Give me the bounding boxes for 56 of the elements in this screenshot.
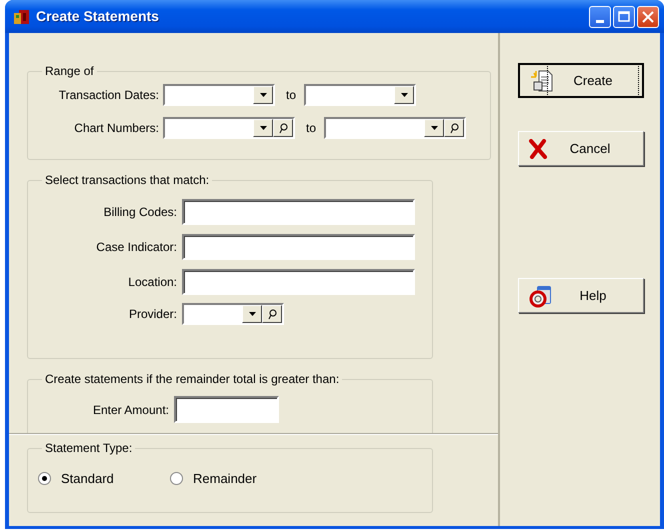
field-label: Chart Numbers: — [73, 120, 159, 137]
maximize-icon — [618, 11, 630, 22]
dropdown-arrow-icon — [260, 126, 266, 130]
group-title: Statement Type: — [44, 441, 134, 455]
dropdown-arrow-icon — [248, 312, 256, 316]
search-icon — [278, 122, 288, 134]
minimize-icon — [596, 20, 604, 23]
radio-button[interactable] — [38, 472, 51, 486]
field-label: Billing Codes: — [102, 204, 177, 221]
app-icon — [13, 8, 31, 26]
dropdown-button[interactable] — [394, 86, 414, 104]
range-separator-label: to — [286, 87, 296, 104]
radio-label[interactable]: Standard — [61, 469, 114, 488]
radio-label[interactable]: Remainder — [193, 469, 257, 488]
amount-field[interactable] — [174, 396, 279, 423]
radio-button[interactable] — [170, 472, 183, 486]
dropdown-button[interactable] — [253, 119, 273, 137]
dropdown-field[interactable] — [324, 117, 466, 139]
text-field[interactable] — [182, 199, 415, 225]
minimize-button[interactable] — [589, 6, 611, 28]
dropdown-button[interactable] — [424, 119, 444, 137]
close-icon — [642, 10, 654, 22]
dropdown-arrow-icon — [260, 93, 266, 97]
field-label: Enter Amount: — [92, 402, 169, 418]
document-icon — [530, 68, 554, 92]
text-field[interactable] — [182, 234, 415, 260]
dropdown-field[interactable] — [304, 84, 416, 106]
window-title: Create Statements — [36, 7, 159, 26]
group-title: Select transactions that match: — [44, 173, 210, 187]
close-button[interactable] — [637, 6, 659, 28]
lifebuoy-icon — [529, 284, 553, 308]
field-label: Transaction Dates: — [58, 87, 159, 104]
dropdown-button[interactable] — [242, 305, 262, 323]
dropdown-arrow-icon — [400, 93, 408, 97]
maximize-button[interactable] — [613, 6, 635, 28]
dropdown-button[interactable] — [253, 86, 273, 104]
lookup-button[interactable] — [273, 119, 293, 137]
field-label: Provider: — [128, 306, 177, 323]
cancel-button[interactable]: Cancel — [518, 131, 644, 166]
dropdown-field[interactable] — [163, 84, 275, 106]
field-label: Case Indicator: — [95, 239, 177, 256]
lookup-button[interactable] — [444, 119, 464, 137]
dropdown-field[interactable] — [182, 303, 284, 325]
group-title: Create statements if the remainder total is greater than: — [44, 372, 340, 386]
help-button[interactable]: Help — [518, 278, 644, 313]
text-field[interactable] — [182, 269, 415, 295]
field-label: Location: — [127, 274, 177, 291]
group-title: Range of — [44, 64, 95, 78]
cross-icon — [529, 138, 547, 158]
search-icon — [450, 122, 459, 134]
lookup-button[interactable] — [262, 305, 282, 323]
dropdown-arrow-icon — [430, 126, 438, 130]
search-icon — [268, 308, 276, 320]
create-button[interactable]: Create — [518, 63, 644, 98]
range-separator-label: to — [306, 120, 316, 137]
dropdown-field[interactable] — [163, 117, 295, 139]
